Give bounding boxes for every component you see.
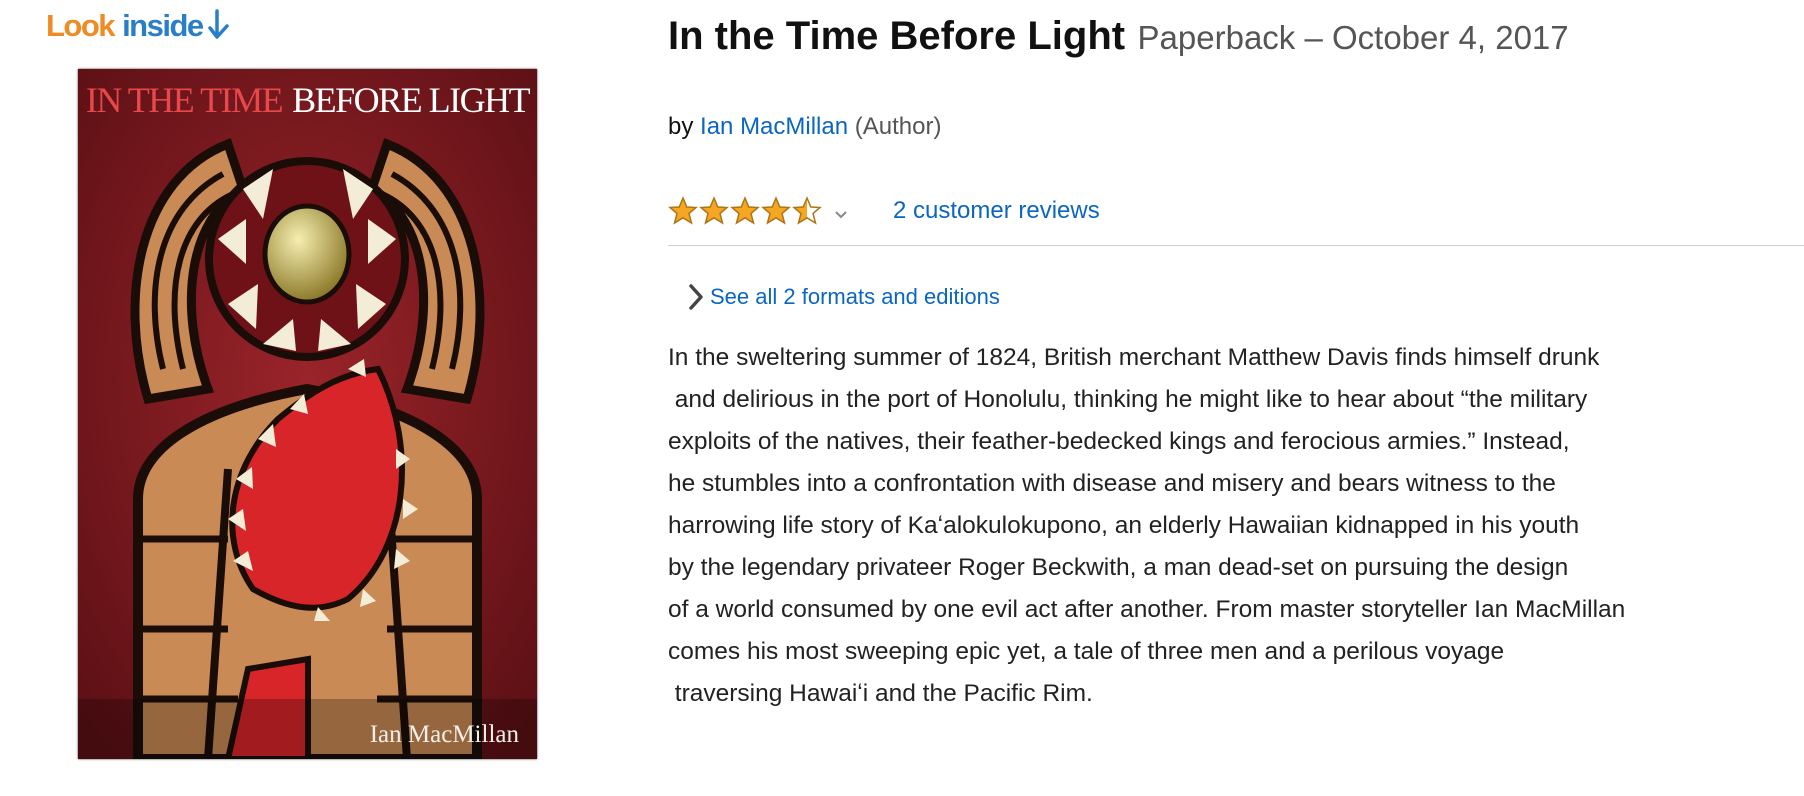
look-inside-word1: Look bbox=[46, 8, 116, 43]
star-icon bbox=[668, 196, 698, 225]
see-all-formats-link[interactable]: See all 2 formats and editions bbox=[688, 283, 1000, 311]
by-label: by bbox=[668, 113, 694, 140]
book-cover-image[interactable]: IN THE TIME BEFORE LIGHT Ian MacMillan bbox=[78, 69, 537, 759]
chevron-down-icon[interactable] bbox=[835, 206, 847, 222]
look-inside-word2: inside bbox=[122, 8, 204, 43]
cover-author: Ian MacMillan bbox=[369, 721, 519, 748]
star-icon bbox=[699, 196, 729, 225]
rating-row: 2 customer reviews bbox=[668, 196, 1100, 226]
customer-reviews-link[interactable]: 2 customer reviews bbox=[893, 197, 1100, 225]
cover-artwork bbox=[78, 69, 537, 759]
cover-title: IN THE TIME BEFORE LIGHT bbox=[78, 79, 537, 121]
chevron-right-icon bbox=[689, 284, 703, 310]
star-icon bbox=[792, 196, 822, 225]
section-divider bbox=[668, 245, 1804, 246]
star-icon bbox=[761, 196, 791, 225]
product-title-line: In the Time Before Light Paperback – Oct… bbox=[668, 14, 1569, 59]
author-link[interactable]: Ian MacMillan bbox=[700, 113, 848, 140]
byline: by Ian MacMillan (Author) bbox=[668, 113, 941, 141]
star-icon bbox=[730, 196, 760, 225]
author-role: (Author) bbox=[854, 113, 942, 140]
product-format-date: Paperback – October 4, 2017 bbox=[1137, 19, 1569, 56]
product-title: In the Time Before Light bbox=[668, 14, 1126, 58]
book-description: In the sweltering summer of 1824, Britis… bbox=[668, 344, 1626, 707]
look-inside-button[interactable]: Look inside bbox=[46, 8, 233, 44]
arrow-down-icon bbox=[207, 9, 229, 39]
cover-title-part1: IN THE TIME bbox=[85, 80, 284, 120]
cover-title-part2: BEFORE LIGHT bbox=[292, 80, 531, 120]
star-rating[interactable] bbox=[668, 196, 823, 226]
see-all-formats-label: See all 2 formats and editions bbox=[710, 284, 1000, 309]
